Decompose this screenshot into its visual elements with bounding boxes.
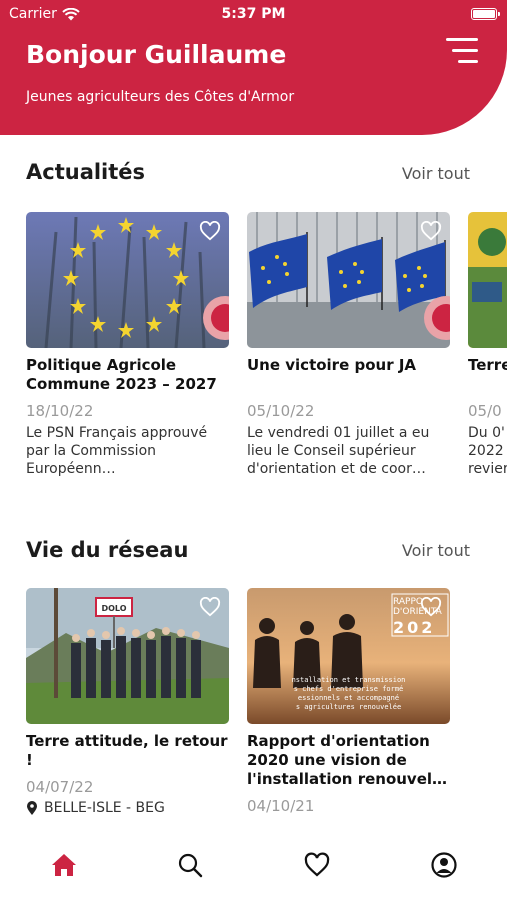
news-card-excerpt: Le vendredi 01 juillet a eu lieu le Cons…: [247, 425, 430, 477]
news-card-excerpt: Le PSN Français approuvé par la Commissi…: [26, 425, 208, 477]
network-card-title: Terre attitude, le retour !: [26, 732, 228, 769]
status-bar: Carrier 5:37 PM: [0, 0, 507, 28]
page-title: Bonjour Guillaume: [26, 40, 287, 69]
report-overlay-line: s agricultures renouvelée: [295, 703, 402, 711]
tab-bar: [0, 818, 507, 900]
news-card-title: Une victoire pour JA: [247, 356, 417, 374]
news-card-image: [468, 212, 507, 348]
home-icon: [52, 854, 76, 876]
favorite-heart-icon[interactable]: [199, 221, 221, 241]
battery-icon: [471, 8, 500, 20]
tab-search[interactable]: [175, 850, 205, 880]
network-card-date: 04/07/22: [26, 778, 94, 796]
news-card-title: Terre: [468, 356, 507, 374]
network-card[interactable]: RAPPO D'ORIENTA 202 nstallation et trans…: [247, 588, 450, 816]
news-card-image: [26, 212, 229, 348]
header: Carrier 5:37 PM Bonjour Guillaume Jeunes…: [0, 0, 507, 135]
news-card-date: 05/0: [468, 402, 502, 420]
heart-icon: [304, 852, 330, 877]
favorite-heart-icon[interactable]: [199, 597, 221, 617]
network-carousel[interactable]: DOLO Terre attitude, le retour ! 04/07/2…: [26, 588, 507, 818]
news-card-excerpt: Du 0' 2022 revier: [468, 425, 507, 477]
favorite-heart-icon[interactable]: [420, 221, 442, 241]
report-overlay-line: essionnels et accompagné: [297, 694, 400, 702]
scroll-content[interactable]: Actualités Voir tout Politique Agricole …: [0, 135, 507, 818]
report-overlay-year: 202: [393, 618, 436, 637]
tab-profile[interactable]: [429, 850, 459, 880]
news-card[interactable]: Politique Agricole Commune 2023 – 2027 1…: [26, 212, 229, 478]
network-card[interactable]: DOLO Terre attitude, le retour ! 04/07/2…: [26, 588, 229, 816]
clock: 5:37 PM: [221, 6, 286, 22]
report-overlay-line: nstallation et transmission: [291, 676, 406, 684]
page-subtitle: Jeunes agriculteurs des Côtes d'Armor: [26, 89, 295, 105]
news-card-date: 18/10/22: [26, 402, 94, 420]
news-card-title: Politique Agricole Commune 2023 – 2027: [26, 356, 217, 393]
illustration-image: [468, 212, 507, 348]
favorite-heart-icon[interactable]: [420, 597, 442, 617]
news-section-title: Actualités: [26, 160, 146, 184]
network-card-location-text: BELLE-ISLE - BEG: [44, 800, 165, 816]
news-card[interactable]: Une victoire pour JA 05/10/22 Le vendred…: [247, 212, 450, 478]
report-overlay-lines: nstallation et transmission s chefs d'en…: [247, 676, 450, 712]
network-section-title: Vie du réseau: [26, 538, 189, 562]
news-carousel[interactable]: Politique Agricole Commune 2023 – 2027 1…: [26, 212, 507, 502]
news-card-image: [247, 212, 450, 348]
town-sign-text: DOLO: [101, 604, 126, 613]
network-card-date: 04/10/21: [247, 797, 315, 815]
network-card-image: RAPPO D'ORIENTA 202 nstallation et trans…: [247, 588, 450, 724]
network-card-image: DOLO: [26, 588, 229, 724]
tab-favorites[interactable]: [302, 850, 332, 880]
network-see-all-link[interactable]: Voir tout: [402, 541, 470, 560]
network-card-title: Rapport d'orientation 2020 une vision de…: [247, 732, 448, 788]
menu-icon[interactable]: [442, 36, 478, 66]
news-see-all-link[interactable]: Voir tout: [402, 164, 470, 183]
location-pin-icon: [27, 800, 37, 815]
news-card[interactable]: Terre 05/0 Du 0' 2022 revier: [468, 212, 507, 478]
tab-home[interactable]: [49, 850, 79, 880]
report-overlay-line: s chefs d'entreprise formé: [293, 685, 404, 693]
search-icon: [178, 853, 203, 878]
network-card-location: BELLE-ISLE - BEG: [26, 800, 229, 816]
profile-icon: [431, 852, 457, 878]
news-card-date: 05/10/22: [247, 402, 315, 420]
